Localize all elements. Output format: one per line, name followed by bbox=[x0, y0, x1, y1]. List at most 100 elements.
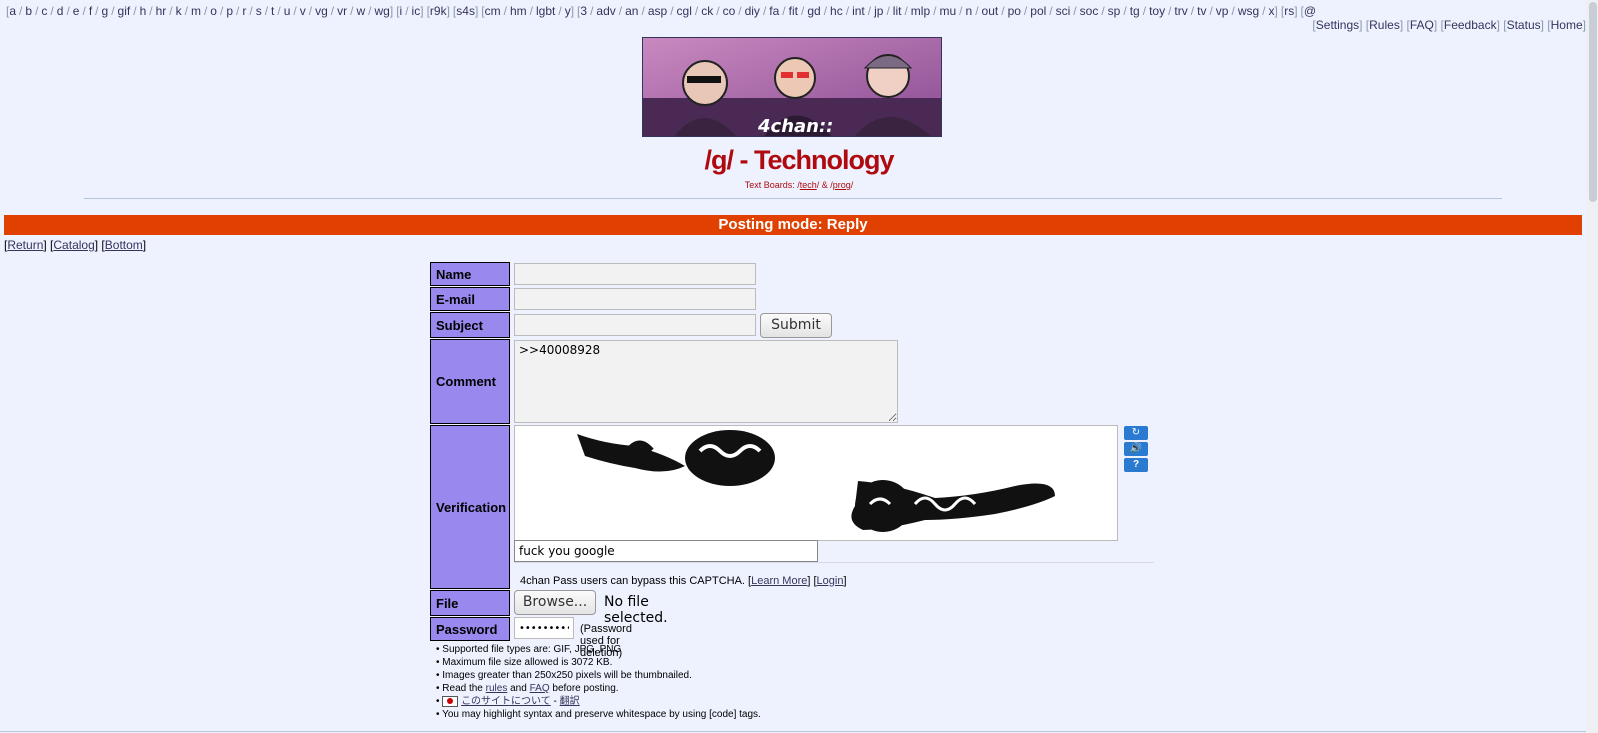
board-link-3[interactable]: 3 bbox=[580, 4, 587, 18]
board-link-r9k[interactable]: r9k bbox=[430, 4, 447, 18]
comment-textarea[interactable]: >>40008928 bbox=[514, 340, 898, 423]
email-input[interactable] bbox=[514, 288, 756, 310]
board-link-g[interactable]: g bbox=[102, 4, 109, 18]
board-link-sp[interactable]: sp bbox=[1108, 4, 1121, 18]
board-link-b[interactable]: b bbox=[25, 4, 32, 18]
board-link-a[interactable]: a bbox=[9, 4, 16, 18]
board-link-w[interactable]: w bbox=[356, 4, 365, 18]
jp-translate-link[interactable]: 翻訳 bbox=[560, 696, 580, 707]
board-link-lgbt[interactable]: lgbt bbox=[536, 4, 555, 18]
board-link-r[interactable]: r bbox=[242, 4, 246, 18]
prog-link[interactable]: prog bbox=[833, 180, 851, 190]
board-link-c[interactable]: c bbox=[41, 4, 47, 18]
catalog-link[interactable]: Catalog bbox=[53, 238, 94, 252]
board-link-rs[interactable]: rs bbox=[1284, 4, 1294, 18]
board-link-asp[interactable]: asp bbox=[648, 4, 667, 18]
board-link-m[interactable]: m bbox=[191, 4, 201, 18]
board-link-tv[interactable]: tv bbox=[1197, 4, 1206, 18]
board-link-vg[interactable]: vg bbox=[315, 4, 328, 18]
toplink-status[interactable]: Status bbox=[1507, 18, 1541, 32]
board-link-gif[interactable]: gif bbox=[118, 4, 131, 18]
board-link-cgl[interactable]: cgl bbox=[677, 4, 692, 18]
board-link-h[interactable]: h bbox=[140, 4, 147, 18]
name-input[interactable] bbox=[514, 263, 756, 285]
board-link-fit[interactable]: fit bbox=[789, 4, 798, 18]
submit-button[interactable]: Submit bbox=[760, 313, 832, 338]
bottom-link[interactable]: Bottom bbox=[105, 238, 143, 252]
board-link-d[interactable]: d bbox=[57, 4, 64, 18]
captcha-audio-button[interactable]: 🔊 bbox=[1124, 442, 1148, 456]
board-link-i[interactable]: i bbox=[400, 4, 403, 18]
scrollbar-thumb[interactable] bbox=[1589, 2, 1597, 202]
board-link-n[interactable]: n bbox=[966, 4, 973, 18]
board-link-co[interactable]: co bbox=[723, 4, 736, 18]
learn-more-link[interactable]: Learn More bbox=[751, 575, 807, 587]
toplink-faq[interactable]: FAQ bbox=[1410, 18, 1434, 32]
login-link[interactable]: Login bbox=[817, 575, 844, 587]
jp-about-link[interactable]: このサイトについて bbox=[461, 696, 551, 707]
board-link-jp[interactable]: jp bbox=[874, 4, 883, 18]
board-link-lit[interactable]: lit bbox=[893, 4, 902, 18]
board-link-wg[interactable]: wg bbox=[375, 4, 390, 18]
board-link-cm[interactable]: cm bbox=[485, 4, 501, 18]
captcha-response-input[interactable] bbox=[514, 540, 818, 562]
board-link-f[interactable]: f bbox=[89, 4, 92, 18]
board-link-vr[interactable]: vr bbox=[337, 4, 347, 18]
board-link-o[interactable]: o bbox=[210, 4, 217, 18]
board-link-@[interactable]: @ bbox=[1304, 4, 1316, 18]
browse-button[interactable]: Browse... bbox=[514, 590, 596, 615]
board-link-sci[interactable]: sci bbox=[1056, 4, 1071, 18]
board-link-gd[interactable]: gd bbox=[807, 4, 820, 18]
board-link-u[interactable]: u bbox=[284, 4, 291, 18]
board-link-vp[interactable]: vp bbox=[1216, 4, 1229, 18]
captcha-reload-button[interactable]: ↻ bbox=[1124, 426, 1148, 440]
board-link-s4s[interactable]: s4s bbox=[456, 4, 475, 18]
board-link-out[interactable]: out bbox=[982, 4, 999, 18]
captcha-help-button[interactable]: ? bbox=[1124, 458, 1148, 472]
rules-link[interactable]: rules bbox=[486, 683, 508, 694]
board-link-t[interactable]: t bbox=[271, 4, 274, 18]
board-link-ic[interactable]: ic bbox=[412, 4, 421, 18]
board-link-trv[interactable]: trv bbox=[1174, 4, 1187, 18]
toplink-feedback[interactable]: Feedback bbox=[1444, 18, 1497, 32]
board-link-x[interactable]: x bbox=[1269, 4, 1275, 18]
board-link-toy[interactable]: toy bbox=[1149, 4, 1165, 18]
toplink-home[interactable]: Home bbox=[1551, 18, 1583, 32]
separator: / bbox=[529, 4, 533, 18]
faq-link[interactable]: FAQ bbox=[530, 683, 550, 694]
subject-input[interactable] bbox=[514, 314, 756, 336]
board-link-ck[interactable]: ck bbox=[701, 4, 713, 18]
separator: / bbox=[845, 4, 850, 18]
board-link-y[interactable]: y bbox=[565, 4, 571, 18]
board-link-adv[interactable]: adv bbox=[596, 4, 615, 18]
toplink-settings[interactable]: Settings bbox=[1316, 18, 1359, 32]
board-link-diy[interactable]: diy bbox=[745, 4, 760, 18]
japan-flag-icon bbox=[442, 695, 459, 707]
board-group: [s4s] bbox=[452, 4, 479, 18]
tech-link[interactable]: tech bbox=[800, 180, 817, 190]
board-link-mu[interactable]: mu bbox=[939, 4, 956, 18]
board-link-k[interactable]: k bbox=[176, 4, 182, 18]
board-link-pol[interactable]: pol bbox=[1030, 4, 1046, 18]
board-link-int[interactable]: int bbox=[852, 4, 865, 18]
board-link-soc[interactable]: soc bbox=[1080, 4, 1099, 18]
board-link-p[interactable]: p bbox=[226, 4, 233, 18]
board-link-e[interactable]: e bbox=[73, 4, 80, 18]
board-link-hc[interactable]: hc bbox=[830, 4, 843, 18]
board-banner[interactable]: 4chan:: bbox=[642, 37, 942, 137]
page-scrollbar[interactable] bbox=[1586, 0, 1598, 733]
board-link-hm[interactable]: hm bbox=[510, 4, 527, 18]
board-link-v[interactable]: v bbox=[300, 4, 306, 18]
board-link-wsg[interactable]: wsg bbox=[1238, 4, 1259, 18]
board-link-tg[interactable]: tg bbox=[1130, 4, 1140, 18]
board-link-fa[interactable]: fa bbox=[769, 4, 779, 18]
board-link-mlp[interactable]: mlp bbox=[911, 4, 930, 18]
board-link-hr[interactable]: hr bbox=[156, 4, 167, 18]
board-link-s[interactable]: s bbox=[256, 4, 262, 18]
pass-note-text: 4chan Pass users can bypass this CAPTCHA… bbox=[520, 575, 752, 587]
password-input[interactable] bbox=[514, 617, 574, 639]
toplink-rules[interactable]: Rules bbox=[1369, 18, 1400, 32]
board-link-an[interactable]: an bbox=[625, 4, 638, 18]
board-link-po[interactable]: po bbox=[1008, 4, 1021, 18]
return-link[interactable]: Return bbox=[7, 238, 43, 252]
